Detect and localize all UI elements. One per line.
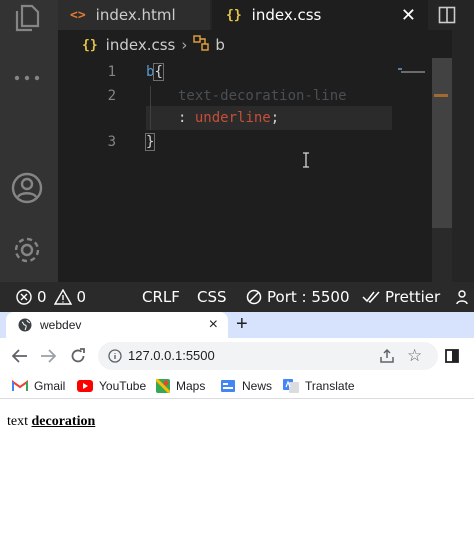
url-text[interactable]: 127.0.0.1:5500 xyxy=(128,348,215,363)
browser-tab[interactable]: webdev × xyxy=(6,312,228,338)
status-bar: 0 0 CRLF CSS Port : 5500 Prettier xyxy=(0,282,474,312)
scrollbar-marker xyxy=(434,94,448,97)
translate-icon xyxy=(283,379,299,393)
eol-indicator[interactable]: CRLF xyxy=(142,282,180,312)
tab-label: index.html xyxy=(95,6,176,24)
forward-arrow-icon[interactable] xyxy=(38,346,58,366)
bookmark-label: Gmail xyxy=(34,379,66,393)
minimap[interactable] xyxy=(398,62,428,73)
symbol-icon xyxy=(193,35,210,55)
bookmarks-bar: Gmail YouTube Maps News Translate xyxy=(0,374,474,399)
bookmark-gmail[interactable]: Gmail xyxy=(12,377,65,395)
bookmark-label: YouTube xyxy=(99,379,147,393)
css-property: text-decoration-line xyxy=(178,88,347,104)
more-actions-icon[interactable] xyxy=(9,60,45,96)
live-server-port[interactable]: Port : 5500 xyxy=(246,282,350,312)
bookmark-youtube[interactable]: YouTube xyxy=(77,377,146,395)
line-number: 1 xyxy=(107,64,116,80)
underlined-bold-text: decoration xyxy=(31,414,96,429)
warning-count: 0 xyxy=(76,288,87,306)
breadcrumb-file[interactable]: index.css xyxy=(106,36,176,54)
double-check-icon xyxy=(362,291,380,304)
error-icon xyxy=(16,289,32,305)
css-file-icon: {} xyxy=(226,7,242,23)
reload-icon[interactable] xyxy=(68,346,88,366)
text-cursor-icon xyxy=(302,152,310,168)
code-editor[interactable]: 1 2 3 b{ text-decoration-line : underlin… xyxy=(58,58,432,282)
code-line-2-wrap: : underline; xyxy=(178,110,279,126)
account-icon[interactable] xyxy=(9,170,45,206)
browser-tab-title: webdev xyxy=(40,318,82,332)
bookmark-label: News xyxy=(242,379,273,393)
chevron-right-icon: › xyxy=(181,36,188,54)
bookmark-news[interactable]: News xyxy=(220,377,272,395)
semicolon: ; xyxy=(270,110,280,126)
bookmark-translate[interactable]: Translate xyxy=(283,377,355,395)
port-label: Port : 5500 xyxy=(267,288,350,306)
share-icon xyxy=(380,348,394,363)
line-number: 3 xyxy=(107,134,116,150)
css-file-icon: {} xyxy=(82,37,98,53)
back-arrow-icon[interactable] xyxy=(10,346,30,366)
site-info-icon xyxy=(108,349,122,363)
close-tab-icon[interactable]: ✕ xyxy=(401,5,416,26)
language-mode[interactable]: CSS xyxy=(197,282,227,312)
colon: : xyxy=(178,110,187,126)
gmail-icon xyxy=(12,380,28,391)
editor-tab-bar: <> index.html {} index.css ✕ xyxy=(58,0,474,30)
activity-bar xyxy=(0,0,58,282)
breadcrumb-symbol[interactable]: b xyxy=(215,36,225,54)
close-brace: } xyxy=(144,133,156,151)
indent-guide xyxy=(150,86,151,130)
prettier-status[interactable]: Prettier xyxy=(362,282,440,312)
settings-gear-icon[interactable] xyxy=(9,232,45,268)
scrollbar-thumb[interactable] xyxy=(432,58,452,228)
bookmark-maps[interactable]: Maps xyxy=(156,377,205,395)
close-tab-icon[interactable]: × xyxy=(209,316,218,334)
tab-label: index.css xyxy=(251,6,322,24)
line-number: 2 xyxy=(107,88,116,104)
vscode-window: <> index.html {} index.css ✕ {} index.cs… xyxy=(0,0,474,312)
css-value: underline xyxy=(194,110,271,126)
new-tab-button[interactable]: + xyxy=(236,313,248,336)
prettier-label: Prettier xyxy=(385,288,441,306)
bookmark-star-icon[interactable]: ☆ xyxy=(407,346,422,366)
page-paragraph: text decoration xyxy=(7,414,95,430)
maps-icon xyxy=(156,379,170,393)
youtube-icon xyxy=(77,380,93,392)
block-icon xyxy=(246,289,262,305)
explorer-icon[interactable] xyxy=(9,0,45,36)
address-bar[interactable]: 127.0.0.1:5500 ☆ xyxy=(98,342,438,370)
code-line-1: b{ xyxy=(146,63,164,81)
news-icon xyxy=(221,380,235,392)
feedback-icon[interactable] xyxy=(456,282,474,312)
breadcrumb: {} index.css › b xyxy=(58,32,474,58)
browser-tab-strip: webdev × + xyxy=(0,312,474,338)
tab-index-css[interactable]: {} index.css ✕ xyxy=(212,0,428,30)
open-brace: { xyxy=(153,63,164,81)
globe-icon xyxy=(18,318,32,332)
bookmark-label: Maps xyxy=(176,379,206,393)
problems-indicator[interactable]: 0 0 xyxy=(16,282,86,312)
html-file-icon: <> xyxy=(70,7,86,23)
web-page-content: text decoration xyxy=(0,399,474,550)
browser-window: webdev × + 127.0.0.1:5500 ☆ Gmail YouTub… xyxy=(0,312,474,550)
warning-icon xyxy=(53,289,72,305)
code-line-3: } xyxy=(144,133,156,151)
browser-toolbar: 127.0.0.1:5500 ☆ xyxy=(0,338,474,374)
plain-text: text xyxy=(7,414,28,429)
side-panel-icon[interactable] xyxy=(445,348,459,367)
right-panel-edge xyxy=(452,30,474,282)
bookmark-label: Translate xyxy=(305,379,355,393)
tab-index-html[interactable]: <> index.html xyxy=(58,0,210,30)
code-line-2: text-decoration-line xyxy=(178,88,347,104)
split-editor-icon[interactable] xyxy=(438,6,456,28)
error-count: 0 xyxy=(37,288,47,306)
